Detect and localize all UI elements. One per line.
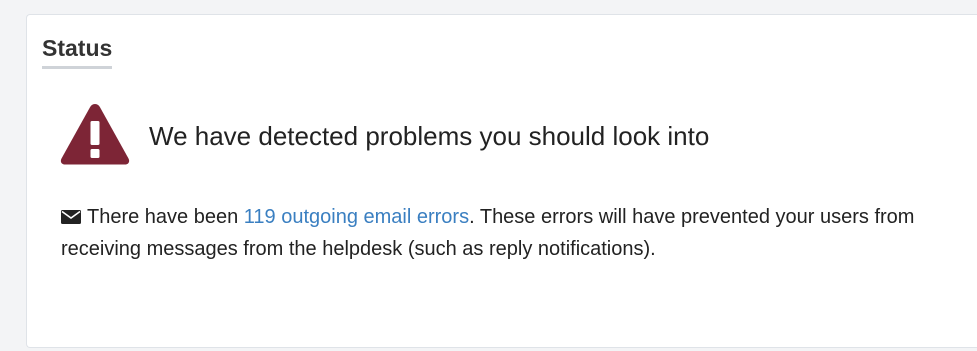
envelope-icon [61,210,81,224]
alert-row: We have detected problems you should loo… [59,101,709,167]
panel-title: Status [42,37,113,69]
message-text-before: There have been [87,206,244,228]
alert-headline: We have detected problems you should loo… [149,121,710,151]
warning-triangle-icon [60,104,130,165]
email-errors-link[interactable]: 119 outgoing email errors [244,206,469,228]
email-errors-message: There have been 119 outgoing email error… [61,201,941,265]
status-panel: Status We have detected problems you sho… [26,14,977,348]
